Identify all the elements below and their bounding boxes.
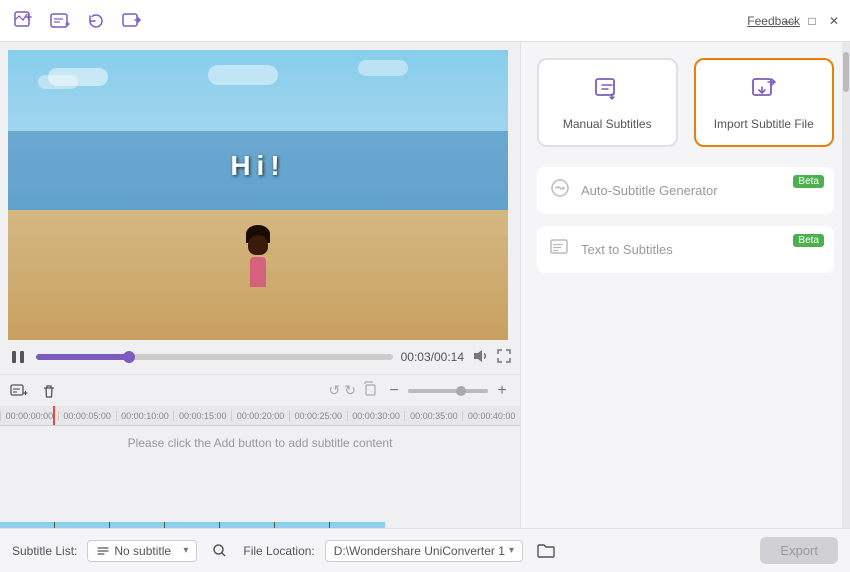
bottom-bar: Subtitle List: No subtitle ▾ File Locati…: [0, 528, 850, 572]
minimize-button[interactable]: —: [782, 13, 798, 29]
ruler-mark-2: 00:00:10:00: [116, 411, 174, 421]
pause-button[interactable]: [8, 347, 28, 367]
cloud-3: [208, 65, 278, 85]
zoom-slider[interactable]: [408, 389, 488, 393]
text-subtitle-label: Text to Subtitles: [581, 242, 673, 257]
manual-subtitles-card[interactable]: Manual Subtitles: [537, 58, 678, 147]
volume-icon[interactable]: [472, 348, 488, 367]
manual-subtitles-label: Manual Subtitles: [563, 117, 652, 131]
top-toolbar: Feedback — □ ✕: [0, 0, 850, 42]
progress-thumb[interactable]: [123, 351, 135, 363]
toolbar-right: ↺ ↻ − +: [329, 381, 512, 400]
right-panel: Manual Subtitles Import Subtitle File: [520, 42, 850, 572]
progress-bar[interactable]: [36, 354, 393, 360]
ruler-mark-8: 00:00:40:00: [462, 411, 520, 421]
import-subtitle-icon: [750, 74, 778, 109]
auto-subtitle-beta-badge: Beta: [793, 175, 824, 188]
delete-subtitle-button[interactable]: [38, 380, 60, 402]
redo-button[interactable]: ↻: [344, 382, 356, 399]
ruler-marks: 00:00:00:00 00:00:05:00 00:00:10:00 00:0…: [0, 411, 520, 421]
window-controls: — □ ✕: [782, 13, 842, 29]
scrollbar-thumb: [843, 52, 849, 92]
video-background: Hi!: [8, 50, 508, 340]
undo-button[interactable]: ↺: [329, 382, 341, 399]
text-subtitle-icon: [549, 236, 571, 263]
ruler-mark-4: 00:00:20:00: [231, 411, 289, 421]
cloud-2: [38, 75, 78, 89]
figure: [244, 225, 272, 285]
zoom-in-button[interactable]: +: [492, 382, 512, 400]
rotate-icon[interactable]: [82, 7, 110, 35]
add-subtitle-icon[interactable]: [46, 7, 74, 35]
folder-button[interactable]: [533, 538, 559, 564]
subtitle-select-value: No subtitle: [114, 544, 179, 558]
auto-subtitle-item[interactable]: Auto-Subtitle Generator Beta: [537, 167, 834, 214]
ruler-mark-5: 00:00:25:00: [289, 411, 347, 421]
progress-fill: [36, 354, 129, 360]
figure-head: [248, 235, 268, 255]
ruler-mark-7: 00:00:35:00: [404, 411, 462, 421]
export-button[interactable]: Export: [760, 537, 838, 564]
import-subtitle-label: Import Subtitle File: [714, 117, 814, 131]
video-container: Hi!: [8, 50, 508, 340]
ruler-mark-1: 00:00:05:00: [58, 411, 116, 421]
copy-button[interactable]: [362, 381, 378, 400]
ruler-mark-0: 00:00:00:00: [0, 411, 58, 421]
subtitle-select-arrow: ▾: [183, 545, 188, 556]
add-subtitle-button[interactable]: [8, 380, 30, 402]
text-subtitle-beta-badge: Beta: [793, 234, 824, 247]
zoom-thumb: [456, 386, 466, 396]
card-row: Manual Subtitles Import Subtitle File: [537, 58, 834, 147]
timeline-ruler: 00:00:00:00 00:00:05:00 00:00:10:00 00:0…: [0, 406, 520, 426]
right-scrollbar[interactable]: [842, 42, 850, 528]
figure-body: [250, 257, 266, 287]
main-area: Hi! 00:03/00:14: [0, 42, 850, 572]
zoom-out-button[interactable]: −: [384, 382, 404, 400]
file-path-value: D:\Wondershare UniConverter 1: [334, 544, 505, 558]
subtitle-select-icon: [96, 544, 110, 558]
auto-subtitle-label: Auto-Subtitle Generator: [581, 183, 718, 198]
text-to-subtitles-item[interactable]: Text to Subtitles Beta: [537, 226, 834, 273]
toolbar-icons: [10, 7, 146, 35]
add-media-icon[interactable]: [10, 7, 38, 35]
left-panel: Hi! 00:03/00:14: [0, 42, 520, 572]
ruler-mark-3: 00:00:15:00: [173, 411, 231, 421]
cloud-4: [358, 60, 408, 76]
time-display: 00:03/00:14: [401, 350, 464, 364]
undo-redo: ↺ ↻: [329, 382, 356, 399]
file-path-select[interactable]: D:\Wondershare UniConverter 1 ▾: [325, 540, 523, 562]
video-subtitle-overlay: Hi!: [230, 150, 285, 182]
file-location-label: File Location:: [243, 544, 314, 558]
export-icon[interactable]: [118, 7, 146, 35]
zoom-controls: − +: [384, 382, 512, 400]
subtitle-list-label: Subtitle List:: [12, 544, 77, 558]
maximize-button[interactable]: □: [804, 13, 820, 29]
import-subtitle-card[interactable]: Import Subtitle File: [694, 58, 835, 147]
subtitle-toolbar: ↺ ↻ − +: [0, 374, 520, 406]
add-subtitle-hint: Please click the Add button to add subti…: [128, 436, 393, 450]
file-path-arrow: ▾: [509, 545, 514, 556]
manual-subtitles-icon: [593, 74, 621, 109]
subtitle-list-select[interactable]: No subtitle ▾: [87, 540, 197, 562]
fullscreen-button[interactable]: [496, 348, 512, 367]
auto-subtitle-icon: [549, 177, 571, 204]
search-button[interactable]: [207, 538, 233, 564]
close-button[interactable]: ✕: [826, 13, 842, 29]
timeline-cursor: [53, 406, 55, 425]
playback-controls: 00:03/00:14: [0, 340, 520, 374]
ruler-mark-6: 00:00:30:00: [347, 411, 405, 421]
